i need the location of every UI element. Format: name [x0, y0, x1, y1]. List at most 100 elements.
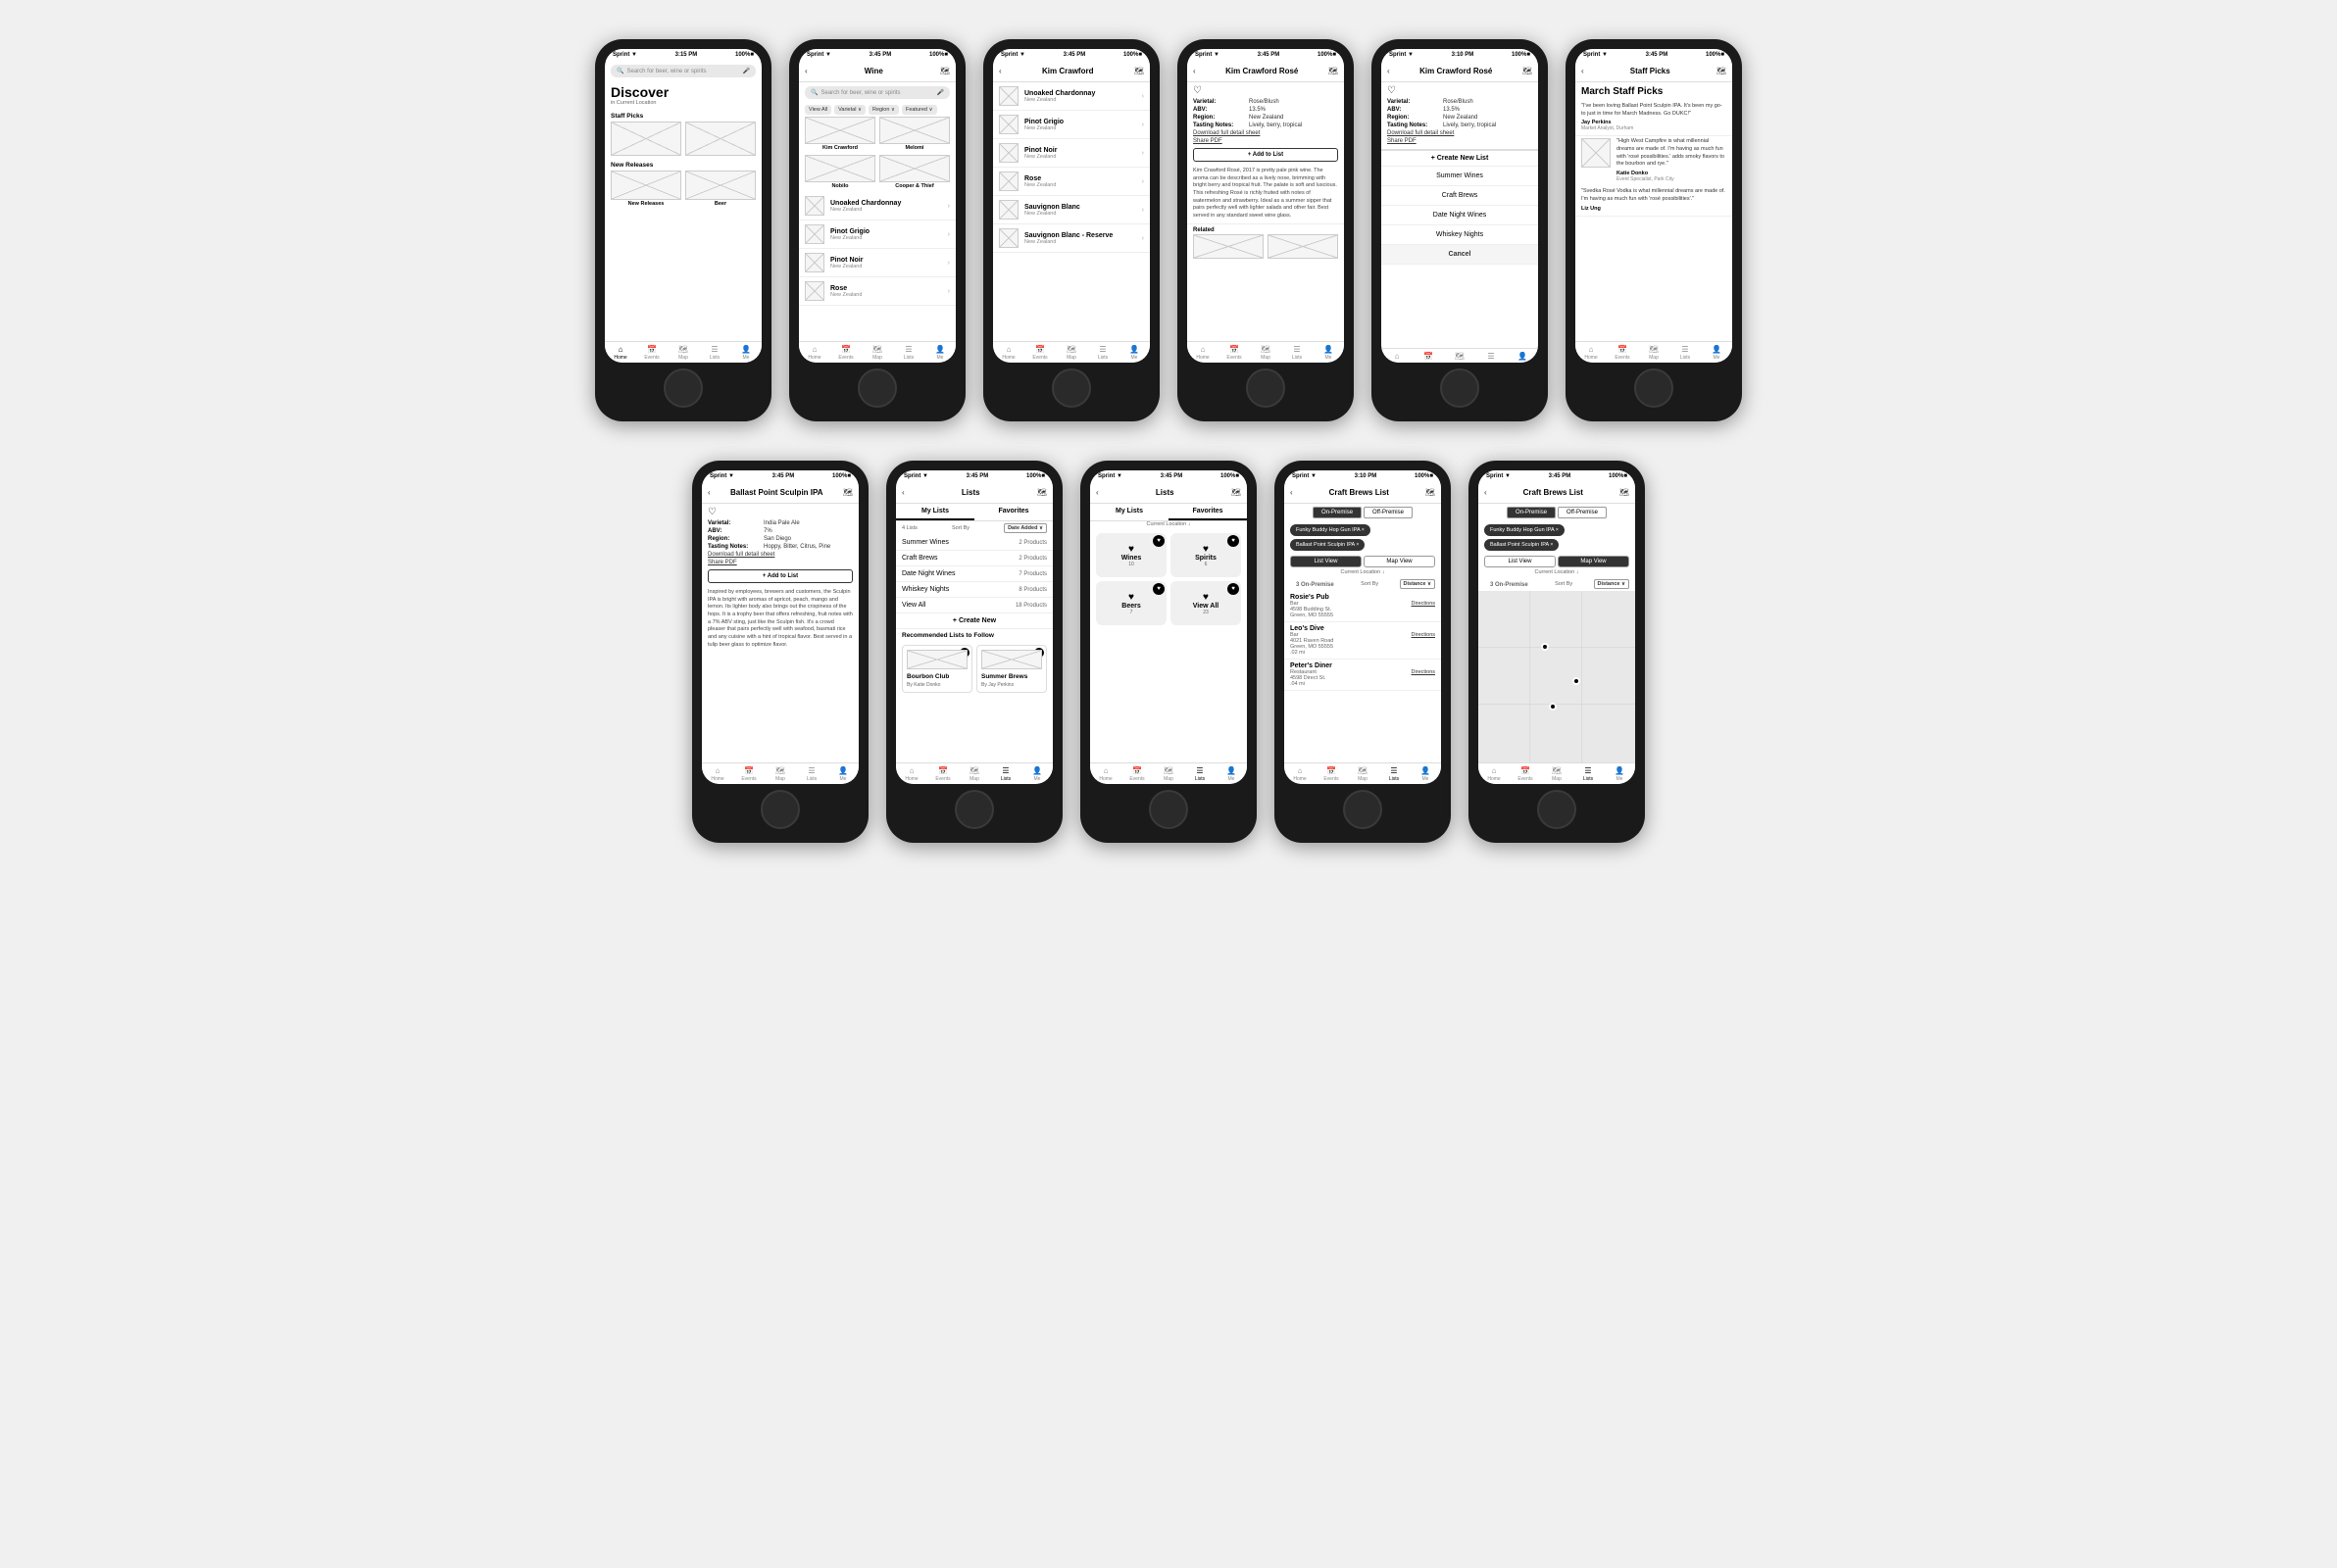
create-new-list[interactable]: + Create New List: [1381, 151, 1538, 167]
download-link[interactable]: Download full detail sheet: [702, 551, 859, 559]
modal-cancel[interactable]: Cancel: [1381, 245, 1538, 265]
off-premise-button[interactable]: Off-Premise: [1364, 507, 1413, 518]
tab-me[interactable]: 👤Me: [924, 345, 956, 361]
share-link[interactable]: Share PDF: [1187, 137, 1344, 145]
tab-map[interactable]: 🗺Map: [1056, 345, 1087, 361]
result-rosies-pub[interactable]: Rosie's Pub Bar 4598 Budding St.Green, M…: [1284, 591, 1441, 622]
tab-lists[interactable]: ☰Lists: [796, 766, 827, 782]
modal-whiskey-nights[interactable]: Whiskey Nights: [1381, 225, 1538, 245]
map-view-button[interactable]: Map View: [1364, 556, 1435, 567]
filter-varietal[interactable]: Varietal ∨: [834, 105, 866, 115]
tab-lists[interactable]: ☰Lists: [1669, 345, 1701, 361]
tab-lists[interactable]: ☰Lists: [1184, 766, 1216, 782]
modal-date-night-wines[interactable]: Date Night Wines: [1381, 206, 1538, 225]
tab-map[interactable]: 🗺Map: [668, 345, 699, 361]
tab-lists[interactable]: ☰Lists: [1378, 766, 1410, 782]
home-button[interactable]: [1052, 368, 1091, 408]
tab-events[interactable]: 📅Events: [1510, 766, 1541, 782]
home-button[interactable]: [858, 368, 897, 408]
grid-nobilo[interactable]: Nobilo: [805, 155, 875, 189]
grid-kim-crawford[interactable]: Kim Crawford: [805, 117, 875, 151]
sort-dropdown[interactable]: Distance ∨: [1594, 579, 1629, 589]
map-nav-icon[interactable]: 🗺: [1619, 488, 1629, 497]
list-row-date-night[interactable]: Date Night Wines 7 Products: [896, 566, 1053, 582]
tab-map[interactable]: 🗺Map: [1347, 766, 1378, 782]
list-row-summer-wines[interactable]: Summer Wines 2 Products: [896, 535, 1053, 551]
tab-events[interactable]: 📅Events: [1316, 766, 1347, 782]
related-item-1[interactable]: [1193, 234, 1264, 259]
result-leos-dive[interactable]: Leo's Dive Bar 4021 Raven RoadGreen, MO …: [1284, 622, 1441, 660]
list-view-button[interactable]: List View: [1484, 556, 1556, 567]
filter-view-all[interactable]: View All: [805, 105, 831, 115]
off-premise-button[interactable]: Off-Premise: [1558, 507, 1607, 518]
map-nav-icon[interactable]: 🗺: [1328, 67, 1338, 75]
fav-beers[interactable]: ♥ ♥ Beers 7: [1096, 581, 1167, 625]
list-item-unoaked[interactable]: Unoaked Chardonnay New Zealand ›: [799, 192, 956, 220]
home-button[interactable]: [955, 790, 994, 829]
result-peters-diner[interactable]: Peter's Diner Restaurant 4598 Direct St.…: [1284, 660, 1441, 691]
fav-spirits[interactable]: ♥ ♥ Spirits 6: [1170, 533, 1241, 577]
my-lists-tab[interactable]: My Lists: [896, 504, 974, 520]
my-lists-tab[interactable]: My Lists: [1090, 504, 1168, 520]
pill-ballast-point[interactable]: Ballast Point Sculpin IPA ×: [1290, 539, 1365, 551]
list-item-pinot-noir[interactable]: Pinot Noir New Zealand ›: [993, 139, 1150, 168]
related-item-2[interactable]: [1268, 234, 1338, 259]
fav-view-all[interactable]: ♥ ♥ View All 23: [1170, 581, 1241, 625]
list-row-view-all[interactable]: View All 18 Products: [896, 598, 1053, 613]
home-button[interactable]: [761, 790, 800, 829]
tab-home[interactable]: ⌂Home: [896, 766, 927, 782]
tab-map[interactable]: 🗺Map: [1250, 345, 1281, 361]
list-item-sauv-reserve[interactable]: Sauvignon Blanc - Reserve New Zealand ›: [993, 224, 1150, 253]
modal-summer-wines[interactable]: Summer Wines: [1381, 167, 1538, 186]
tab-events[interactable]: 📅Events: [927, 766, 959, 782]
grid-melomi[interactable]: Melomi: [879, 117, 950, 151]
map-nav-icon[interactable]: 🗺: [940, 67, 950, 75]
tab-map[interactable]: 🗺Map: [765, 766, 796, 782]
tab-me[interactable]: 👤Me: [730, 345, 762, 361]
tab-lists[interactable]: ☰Lists: [1281, 345, 1313, 361]
share-link[interactable]: Share PDF: [1381, 137, 1538, 145]
filter-featured[interactable]: Featured ∨: [902, 105, 937, 115]
directions-link[interactable]: Directions: [1412, 669, 1435, 687]
map-nav-icon[interactable]: 🗺: [1716, 67, 1726, 75]
map-nav-icon[interactable]: 🗺: [1522, 67, 1532, 75]
tab-map[interactable]: 🗺Map: [1638, 345, 1669, 361]
list-view-button[interactable]: List View: [1290, 556, 1362, 567]
map-nav-icon[interactable]: 🗺: [1425, 488, 1435, 497]
directions-link[interactable]: Directions: [1412, 632, 1435, 656]
tab-home[interactable]: ⌂Home: [993, 345, 1024, 361]
current-location[interactable]: Current Location ↓: [1478, 569, 1635, 577]
fav-wines[interactable]: ♥ ♥ Wines 10: [1096, 533, 1167, 577]
current-location[interactable]: Current Location ↓: [1284, 569, 1441, 577]
tab-me[interactable]: 👤Me: [1313, 345, 1344, 361]
tab-map[interactable]: 🗺Map: [862, 345, 893, 361]
tab-lists[interactable]: ☰Lists: [990, 766, 1021, 782]
download-link[interactable]: Download full detail sheet: [1381, 129, 1538, 137]
tab-me[interactable]: 👤Me: [1604, 766, 1635, 782]
tab-map[interactable]: 🗺Map: [959, 766, 990, 782]
tab-home[interactable]: ⌂Home: [605, 345, 636, 361]
list-row-whiskey-nights[interactable]: Whiskey Nights 8 Products: [896, 582, 1053, 598]
sort-value[interactable]: Date Added ∨: [1004, 523, 1047, 533]
tab-events[interactable]: 📅Events: [1024, 345, 1056, 361]
filter-region[interactable]: Region ∨: [869, 105, 899, 115]
tab-lists[interactable]: ☰: [1475, 352, 1507, 361]
list-item-rose[interactable]: Rose New Zealand ›: [993, 168, 1150, 196]
tab-lists[interactable]: ☰Lists: [1087, 345, 1119, 361]
tab-home[interactable]: ⌂Home: [1090, 766, 1121, 782]
favorites-tab[interactable]: Favorites: [1168, 504, 1247, 520]
tab-me[interactable]: 👤Me: [827, 766, 859, 782]
current-location[interactable]: Current Location ↓: [1090, 521, 1247, 529]
tab-events[interactable]: 📅Events: [1121, 766, 1153, 782]
tab-events[interactable]: 📅Events: [1218, 345, 1250, 361]
heart-icon[interactable]: ♡: [708, 507, 717, 517]
list-item-pinot-grigio[interactable]: Pinot Grigio New Zealand ›: [799, 220, 956, 249]
list-row-craft-brews[interactable]: Craft Brews 2 Products: [896, 551, 1053, 566]
tab-events[interactable]: 📅Events: [636, 345, 668, 361]
map-nav-icon[interactable]: 🗺: [1134, 67, 1144, 75]
map-nav-icon[interactable]: 🗺: [1231, 488, 1241, 497]
list-item-sauv-blanc[interactable]: Sauvignon Blanc New Zealand ›: [993, 196, 1150, 224]
home-button[interactable]: [1246, 368, 1285, 408]
home-button[interactable]: [1440, 368, 1479, 408]
tab-me[interactable]: 👤: [1507, 352, 1538, 361]
